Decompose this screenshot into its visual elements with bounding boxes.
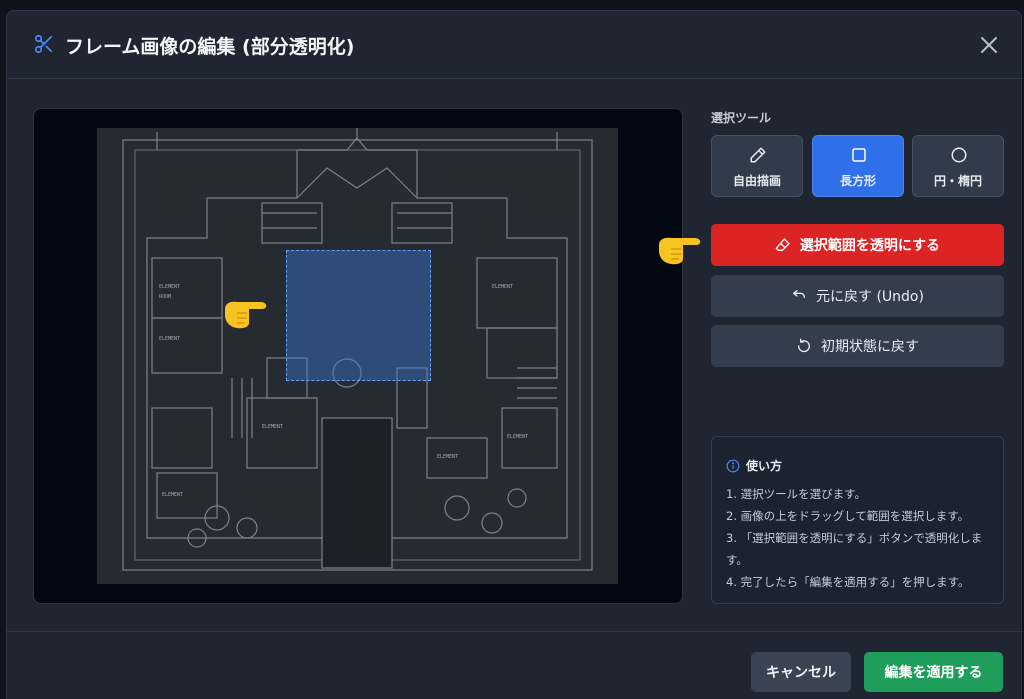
help-step: 3. 「選択範囲を透明にする」ボタンで透明化します。 <box>726 531 983 567</box>
reset-label: 初期状態に戻す <box>821 339 919 355</box>
help-step: 2. 画像の上をドラッグして範囲を選択します。 <box>726 509 970 523</box>
help-title-text: 使い方 <box>746 459 783 473</box>
edit-frame-dialog: フレーム画像の編集 (部分透明化) ELEMENT ROOM ELEMENT E… <box>6 10 1023 699</box>
svg-text:ELEMENT: ELEMENT <box>159 336 180 342</box>
svg-text:ELEMENT: ELEMENT <box>262 424 283 430</box>
make-transparent-label: 選択範囲を透明にする <box>799 238 941 254</box>
cancel-button[interactable]: キャンセル <box>751 652 851 692</box>
pencil-icon <box>750 147 766 163</box>
undo-icon <box>793 290 806 298</box>
tool-ellipse-button[interactable]: 円・楕円 <box>912 135 1004 197</box>
scissors-icon <box>34 34 53 54</box>
close-icon[interactable] <box>977 33 1001 57</box>
tool-rectangle-label: 長方形 <box>839 174 876 188</box>
pointing-hand-icon <box>659 237 701 265</box>
selection-rectangle[interactable] <box>286 250 431 381</box>
undo-label: 元に戻す (Undo) <box>816 289 924 305</box>
svg-text:ELEMENT: ELEMENT <box>492 284 513 290</box>
reset-button[interactable]: 初期状態に戻す <box>711 325 1004 367</box>
undo-button[interactable]: 元に戻す (Undo) <box>711 275 1004 317</box>
tool-freehand-label: 自由描画 <box>732 174 781 188</box>
help-panel: 使い方 1. 選択ツールを選びます。 2. 画像の上をドラッグして範囲を選択しま… <box>711 436 1004 604</box>
reset-icon <box>797 338 810 353</box>
dialog-header: フレーム画像の編集 (部分透明化) <box>7 11 1023 79</box>
apply-edit-button[interactable]: 編集を適用する <box>864 652 1003 692</box>
svg-text:ELEMENT: ELEMENT <box>437 454 458 460</box>
image-canvas[interactable]: ELEMENT ROOM ELEMENT ELEMENT ELEMENT ELE… <box>33 108 683 604</box>
help-step: 4. 完了したら「編集を適用する」を押します。 <box>726 575 970 589</box>
tool-freehand-button[interactable]: 自由描画 <box>711 135 803 197</box>
info-icon <box>726 459 740 472</box>
help-steps: 1. 選択ツールを選びます。 2. 画像の上をドラッグして範囲を選択します。 3… <box>726 483 996 593</box>
pointing-hand-icon <box>225 301 267 329</box>
square-icon <box>852 148 866 162</box>
make-transparent-button[interactable]: 選択範囲を透明にする <box>711 224 1004 266</box>
tool-ellipse-label: 円・楕円 <box>933 174 982 188</box>
svg-text:ELEMENT: ELEMENT <box>162 492 183 498</box>
svg-text:ROOM: ROOM <box>159 294 171 300</box>
circle-icon <box>951 147 967 163</box>
dialog-title: フレーム画像の編集 (部分透明化) <box>65 36 355 58</box>
help-step: 1. 選択ツールを選びます。 <box>726 487 866 501</box>
dialog-footer: キャンセル 編集を適用する <box>7 631 1023 699</box>
svg-text:ELEMENT: ELEMENT <box>159 284 180 290</box>
help-title: 使い方 <box>726 457 782 474</box>
eraser-icon <box>775 238 790 251</box>
tools-label: 選択ツール <box>711 111 772 125</box>
tool-rectangle-button[interactable]: 長方形 <box>812 135 904 197</box>
svg-text:ELEMENT: ELEMENT <box>507 434 528 440</box>
